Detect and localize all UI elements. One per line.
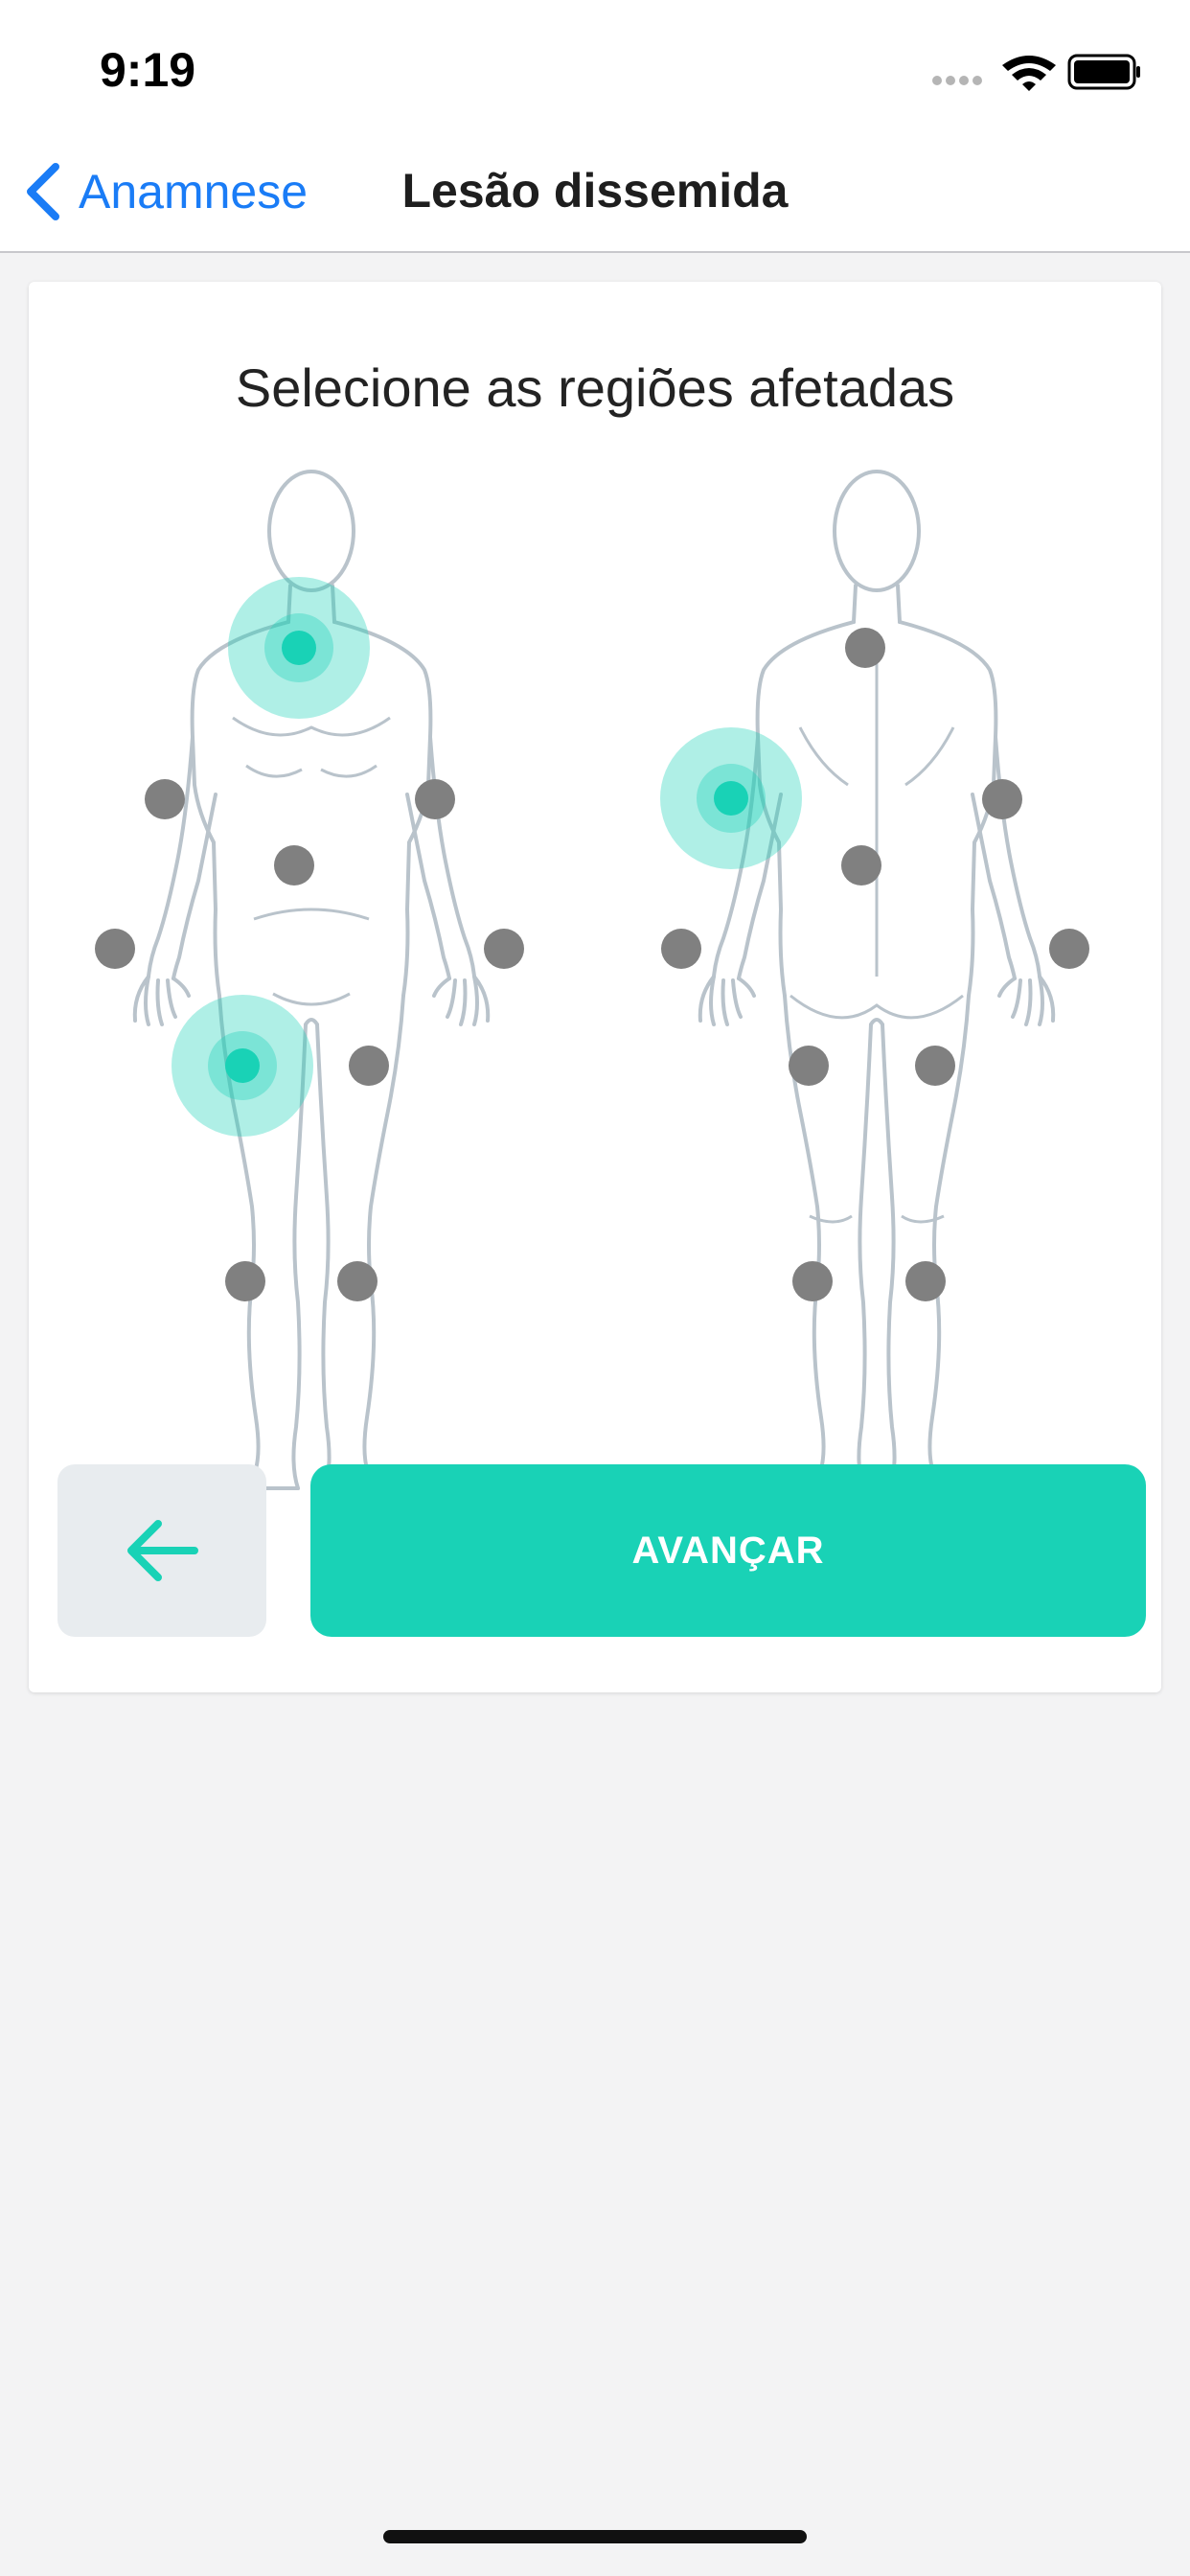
- body-point-right-hand-back[interactable]: [1049, 929, 1089, 969]
- body-back-figure: [698, 470, 1056, 1490]
- region-selection-card: Selecione as regiões afetadas AVANÇAR: [29, 282, 1161, 1692]
- status-bar: 9:19: [0, 0, 1190, 134]
- signal-icon: [932, 76, 982, 85]
- status-time: 9:19: [100, 43, 196, 97]
- body-point-right-upper-arm-back[interactable]: [982, 779, 1022, 819]
- body-point-left-calf[interactable]: [792, 1261, 833, 1301]
- point-dot: [145, 779, 185, 819]
- back-body-points: [660, 628, 1089, 1301]
- body-point-right-lower-leg[interactable]: [225, 1261, 265, 1301]
- body-point-right-thigh-back[interactable]: [915, 1046, 955, 1086]
- body-point-abdomen[interactable]: [274, 845, 314, 886]
- point-dot: [714, 781, 748, 816]
- body-point-right-thigh-selected[interactable]: [172, 995, 313, 1137]
- arrow-left-icon: [127, 1520, 198, 1581]
- body-point-left-upper-arm[interactable]: [415, 779, 455, 819]
- point-dot: [792, 1261, 833, 1301]
- point-dot: [905, 1261, 946, 1301]
- point-dot: [1049, 929, 1089, 969]
- advance-button[interactable]: AVANÇAR: [310, 1464, 1146, 1637]
- navigation-bar: Anamnese Lesão dissemida: [0, 134, 1190, 253]
- point-dot: [915, 1046, 955, 1086]
- wifi-icon: [1002, 56, 1056, 91]
- body-point-left-thigh[interactable]: [349, 1046, 389, 1086]
- point-dot: [225, 1261, 265, 1301]
- point-dot: [282, 631, 316, 665]
- home-indicator: [383, 2530, 807, 2543]
- body-point-lower-back[interactable]: [841, 845, 881, 886]
- body-point-left-hand-back[interactable]: [661, 929, 701, 969]
- body-point-right-upper-arm[interactable]: [145, 779, 185, 819]
- battery-icon: [1067, 54, 1140, 90]
- point-dot: [841, 845, 881, 886]
- point-dot: [661, 929, 701, 969]
- point-dot: [982, 779, 1022, 819]
- body-point-nape[interactable]: [845, 628, 885, 668]
- body-point-right-calf[interactable]: [905, 1261, 946, 1301]
- body-point-left-thigh-back[interactable]: [789, 1046, 829, 1086]
- page-title: Lesão dissemida: [401, 164, 789, 218]
- point-dot: [337, 1261, 378, 1301]
- body-point-left-hand[interactable]: [484, 929, 524, 969]
- status-icons: [932, 54, 1140, 91]
- point-dot: [845, 628, 885, 668]
- body-point-left-lower-leg[interactable]: [337, 1261, 378, 1301]
- previous-step-button[interactable]: [57, 1464, 266, 1637]
- body-point-neck-selected[interactable]: [228, 577, 370, 719]
- point-dot: [789, 1046, 829, 1086]
- point-dot: [95, 929, 135, 969]
- point-dot: [484, 929, 524, 969]
- body-point-right-hand[interactable]: [95, 929, 135, 969]
- point-dot: [225, 1048, 260, 1083]
- point-dot: [274, 845, 314, 886]
- point-dot: [415, 779, 455, 819]
- point-dot: [349, 1046, 389, 1086]
- body-point-left-shoulder-back-selected[interactable]: [660, 727, 802, 869]
